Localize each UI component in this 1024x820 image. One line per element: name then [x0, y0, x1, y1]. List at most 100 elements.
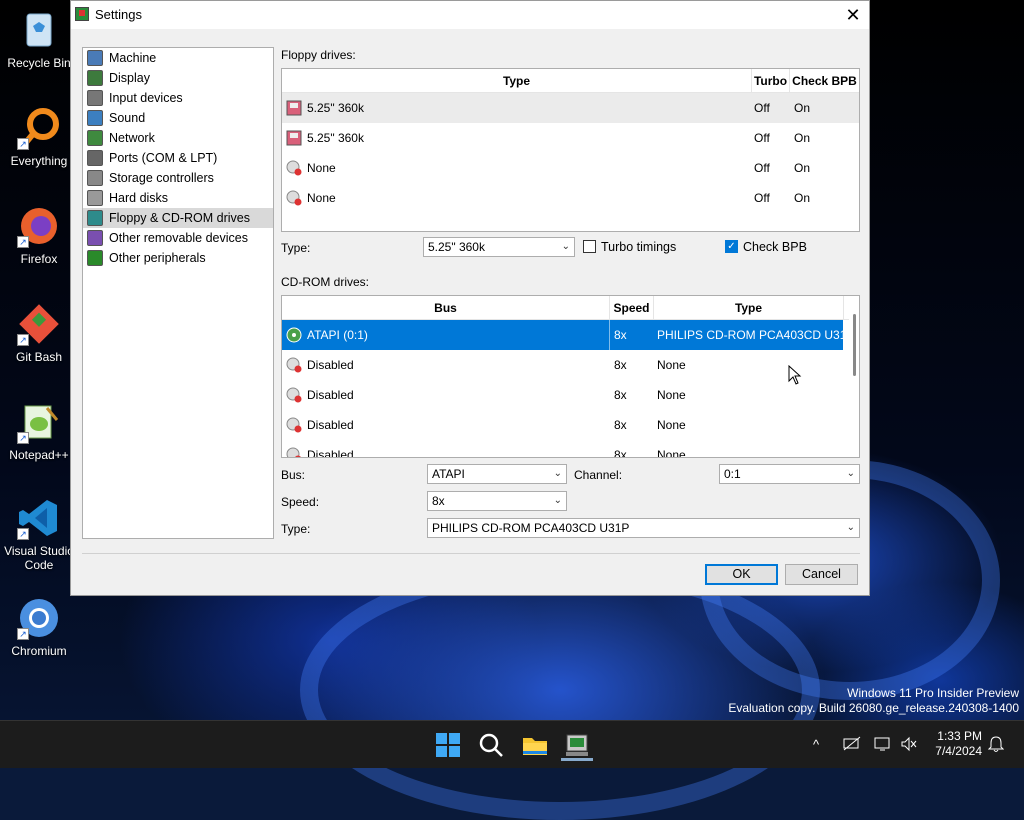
nav-item[interactable]: Floppy & CD-ROM drives — [83, 208, 273, 228]
desktop-icon-notepad-plus-plus[interactable]: ↗ Notepad++ — [2, 400, 76, 462]
86box-app-icon — [566, 734, 588, 756]
volume-muted-icon[interactable] — [900, 736, 918, 752]
chevron-down-icon: ⌄ — [846, 468, 855, 479]
floppy-drive-icon — [286, 100, 302, 116]
chevron-down-icon: ⌄ — [553, 495, 562, 506]
drive-type-cell: None — [657, 418, 686, 432]
desktop-icon-label: Chromium — [11, 644, 67, 658]
shortcut-arrow-icon: ↗ — [17, 628, 29, 640]
ok-button[interactable]: OK — [705, 564, 778, 585]
clock[interactable]: 1:33 PM 7/4/2024 — [928, 729, 982, 759]
nav-item-label: Machine — [109, 51, 157, 65]
drive-type-cell: None — [307, 191, 336, 205]
file-explorer-button[interactable] — [519, 729, 551, 761]
floppy-type-select[interactable]: 5.25" 360k ⌄ — [423, 237, 575, 257]
nav-item[interactable]: Other peripherals — [83, 248, 273, 268]
divider — [82, 553, 860, 554]
column-header-bus[interactable]: Bus — [282, 296, 610, 320]
nav-item[interactable]: Display — [83, 68, 273, 88]
floppy-drive-row[interactable]: 5.25" 360k Off On — [282, 123, 859, 153]
cdrom-table-scrollbar[interactable] — [849, 296, 859, 457]
start-button[interactable] — [432, 729, 464, 761]
chevron-down-icon: ⌄ — [846, 522, 855, 533]
scrollbar-thumb[interactable] — [853, 314, 856, 376]
channel-label: Channel: — [574, 468, 623, 482]
bus-cell: Disabled — [307, 418, 354, 432]
floppy-table-header: Type Turbo Check BPB — [282, 69, 859, 93]
nav-item[interactable]: Hard disks — [83, 188, 273, 208]
desktop-icon-firefox[interactable]: ↗ Firefox — [2, 204, 76, 266]
bus-select[interactable]: ATAPI ⌄ — [427, 464, 567, 484]
cdrom-drive-row[interactable]: Disabled 8x None — [282, 440, 843, 457]
search-button[interactable] — [475, 729, 507, 761]
speed-cell: 8x — [614, 358, 627, 372]
floppy-drive-row[interactable]: 5.25" 360k Off On — [282, 93, 859, 123]
shortcut-arrow-icon: ↗ — [17, 528, 29, 540]
port-icon — [87, 150, 103, 166]
desktop-icon-label: Firefox — [20, 252, 58, 266]
nav-item-label: Floppy & CD-ROM drives — [109, 211, 250, 225]
clock-date: 7/4/2024 — [935, 744, 982, 758]
bus-label: Bus: — [281, 468, 306, 482]
nav-item[interactable]: Sound — [83, 108, 273, 128]
cancel-button[interactable]: Cancel — [785, 564, 858, 585]
speed-cell: 8x — [614, 388, 627, 402]
speed-cell: 8x — [614, 418, 627, 432]
floppy-drive-row[interactable]: None Off On — [282, 183, 859, 213]
drive-type-cell: None — [657, 358, 686, 372]
drive-type-cell: None — [307, 161, 336, 175]
close-button[interactable]: ✕ — [837, 1, 869, 29]
desktop-icon-chromium[interactable]: ↗ Chromium — [2, 596, 76, 658]
desktop-icon-label: Notepad++ — [9, 448, 69, 462]
floppy-section-label: Floppy drives: — [281, 48, 356, 62]
shortcut-arrow-icon: ↗ — [17, 236, 29, 248]
column-header-type[interactable]: Type — [654, 296, 844, 320]
nav-item[interactable]: Ports (COM & LPT) — [83, 148, 273, 168]
desktop-icon-vscode[interactable]: ↗ Visual Studio Code — [2, 496, 76, 572]
nav-item[interactable]: Storage controllers — [83, 168, 273, 188]
column-header-turbo[interactable]: Turbo — [752, 69, 790, 93]
window-title: Settings — [95, 7, 142, 22]
turbo-cell: Off — [754, 191, 770, 205]
column-header-type[interactable]: Type — [282, 69, 752, 93]
bus-value: ATAPI — [432, 467, 465, 481]
check-bpb-cell: On — [794, 191, 811, 205]
settings-category-list: Machine Display Input devices Sound Network P… — [82, 47, 274, 539]
firefox-icon: ↗ — [17, 204, 61, 248]
app-icon — [75, 7, 89, 21]
notification-bell-icon[interactable] — [988, 735, 1004, 753]
clock-time: 1:33 PM — [937, 729, 982, 743]
display-icon[interactable] — [874, 736, 892, 752]
network-disconnected-icon[interactable] — [843, 736, 861, 752]
channel-select[interactable]: 0:1 ⌄ — [719, 464, 860, 484]
turbo-timings-label: Turbo timings — [601, 240, 677, 254]
tray-overflow-chevron-icon[interactable]: ^ — [813, 737, 819, 752]
nav-item[interactable]: Other removable devices — [83, 228, 273, 248]
nav-item-label: Ports (COM & LPT) — [109, 151, 218, 165]
desktop-icon-recycle-bin[interactable]: Recycle Bin — [2, 8, 76, 70]
86box-taskbar-button[interactable] — [561, 729, 593, 761]
title-bar[interactable]: Settings ✕ — [71, 1, 869, 29]
drive-type-cell: 5.25" 360k — [307, 101, 364, 115]
network-icon — [87, 130, 103, 146]
cdrom-drive-row[interactable]: Disabled 8x None — [282, 380, 843, 410]
cdrom-drive-row[interactable]: Disabled 8x None — [282, 410, 843, 440]
nav-item[interactable]: Machine — [83, 48, 273, 68]
floppy-drive-row[interactable]: None Off On — [282, 153, 859, 183]
nav-item[interactable]: Input devices — [83, 88, 273, 108]
column-header-check-bpb[interactable]: Check BPB — [790, 69, 859, 93]
cdrom-type-select[interactable]: PHILIPS CD-ROM PCA403CD U31P ⌄ — [427, 518, 860, 538]
desktop-icon-everything[interactable]: ↗ Everything — [2, 106, 76, 168]
check-bpb-checkbox[interactable]: ✓ Check BPB — [725, 239, 807, 255]
nav-item[interactable]: Network — [83, 128, 273, 148]
column-header-speed[interactable]: Speed — [610, 296, 654, 320]
desktop-icon-git-bash[interactable]: ↗ Git Bash — [2, 302, 76, 364]
cdrom-drive-row[interactable]: Disabled 8x None — [282, 350, 843, 380]
settings-window: Settings ✕ Machine Display Input devices So… — [70, 0, 870, 596]
speed-select[interactable]: 8x ⌄ — [427, 491, 567, 511]
harddisk-icon — [87, 190, 103, 206]
cdrom-drive-row[interactable]: ATAPI (0:1) 8x PHILIPS CD-ROM PCA403CD U31… — [282, 320, 854, 350]
turbo-timings-checkbox[interactable]: Turbo timings — [583, 239, 676, 255]
desktop-icon-label: Git Bash — [15, 350, 63, 364]
check-bpb-cell: On — [794, 161, 811, 175]
